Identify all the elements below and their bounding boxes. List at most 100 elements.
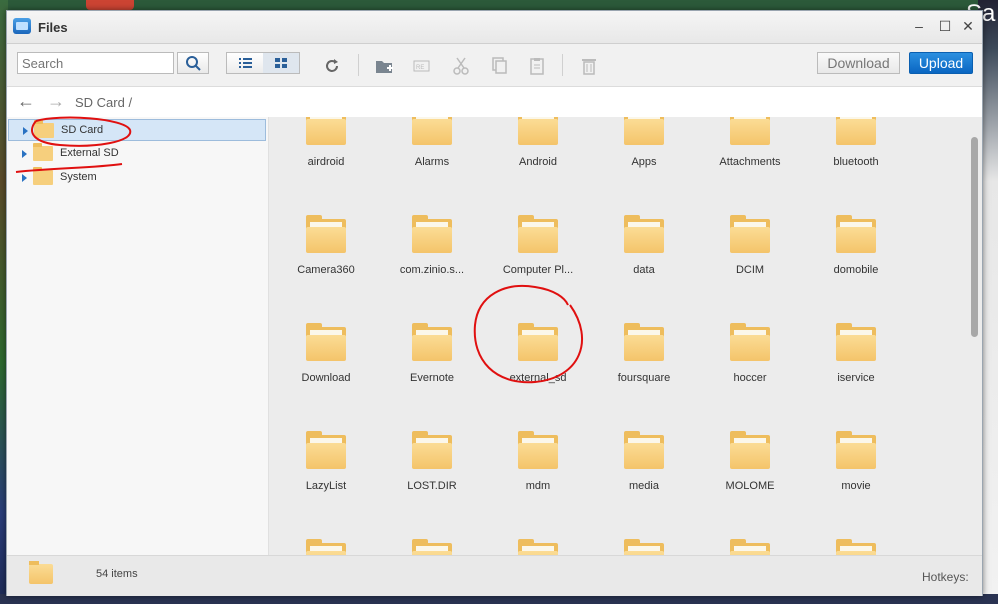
- file-item-label: iservice: [837, 372, 875, 384]
- expand-arrow-icon[interactable]: [22, 174, 27, 182]
- tree-item-system[interactable]: System: [8, 167, 266, 189]
- file-item-label: external_sd: [509, 372, 567, 384]
- path-bar: ← → SD Card /: [7, 87, 982, 118]
- file-item[interactable]: Android: [493, 117, 583, 169]
- folder-icon: [412, 117, 452, 145]
- file-item[interactable]: [281, 501, 371, 555]
- file-item[interactable]: Download: [281, 285, 371, 385]
- forward-arrow-icon[interactable]: →: [47, 91, 65, 112]
- toolbar-divider: [562, 54, 563, 76]
- file-item[interactable]: external_sd: [493, 285, 583, 385]
- window-title: Files: [38, 20, 68, 35]
- file-item[interactable]: MOLOME: [705, 393, 795, 493]
- back-arrow-icon[interactable]: ←: [17, 91, 35, 112]
- file-item[interactable]: Attachments: [705, 117, 795, 169]
- minimize-button[interactable]: –: [910, 17, 928, 35]
- file-item[interactable]: [493, 501, 583, 555]
- file-item[interactable]: Evernote: [387, 285, 477, 385]
- file-item-label: mdm: [525, 480, 551, 492]
- file-item[interactable]: [811, 501, 901, 555]
- file-item[interactable]: hoccer: [705, 285, 795, 385]
- tree-item-external-sd[interactable]: External SD: [8, 143, 266, 165]
- delete-icon[interactable]: [579, 56, 599, 76]
- file-item[interactable]: mdm: [493, 393, 583, 493]
- list-view-button[interactable]: [227, 53, 263, 73]
- folder-icon: [624, 215, 664, 253]
- expand-arrow-icon[interactable]: [22, 150, 27, 158]
- folder-icon: [518, 215, 558, 253]
- cut-icon[interactable]: [451, 56, 471, 76]
- paste-icon[interactable]: [527, 56, 547, 76]
- file-item-label: Android: [519, 156, 557, 168]
- folder-icon: [306, 539, 346, 555]
- file-item[interactable]: domobile: [811, 177, 901, 277]
- view-toggle-group: [226, 52, 300, 74]
- file-item[interactable]: Apps: [599, 117, 689, 169]
- file-item[interactable]: bluetooth: [811, 117, 901, 169]
- title-bar[interactable]: Files – ☐ ✕: [7, 11, 982, 44]
- copy-icon[interactable]: [489, 56, 509, 76]
- file-item[interactable]: LOST.DIR: [387, 393, 477, 493]
- file-item-label: foursquare: [617, 372, 671, 384]
- file-item[interactable]: Alarms: [387, 117, 477, 169]
- file-item[interactable]: iservice: [811, 285, 901, 385]
- file-item-label: Attachments: [719, 156, 781, 168]
- file-item[interactable]: DCIM: [705, 177, 795, 277]
- desktop-app-icon[interactable]: [86, 0, 134, 10]
- file-item[interactable]: media: [599, 393, 689, 493]
- file-item[interactable]: LazyList: [281, 393, 371, 493]
- folder-icon: [33, 167, 53, 185]
- scrollbar-thumb[interactable]: [971, 137, 978, 337]
- file-item-label: domobile: [833, 264, 879, 276]
- folder-icon: [836, 539, 876, 555]
- folder-icon: [518, 539, 558, 555]
- file-item[interactable]: data: [599, 177, 689, 277]
- file-item-label: data: [633, 264, 655, 276]
- hotkeys-link[interactable]: Hotkeys:: [922, 570, 969, 584]
- folder-icon: [306, 117, 346, 145]
- grid-view-icon: [275, 58, 287, 68]
- file-item-label: movie: [841, 480, 871, 492]
- list-view-icon: [239, 58, 252, 68]
- tree-item-sd-card[interactable]: SD Card: [8, 119, 266, 141]
- maximize-button[interactable]: ☐: [936, 17, 954, 35]
- search-button[interactable]: [177, 52, 209, 74]
- file-item[interactable]: [387, 501, 477, 555]
- file-item[interactable]: Camera360: [281, 177, 371, 277]
- breadcrumb-separator: /: [128, 95, 133, 110]
- folder-icon: [29, 561, 53, 584]
- file-item[interactable]: [599, 501, 689, 555]
- folder-icon: [412, 539, 452, 555]
- rename-icon[interactable]: RE: [412, 56, 432, 76]
- breadcrumb-item[interactable]: SD Card: [75, 95, 125, 110]
- download-button[interactable]: Download: [817, 52, 900, 74]
- file-item[interactable]: foursquare: [599, 285, 689, 385]
- file-item-label: media: [629, 480, 659, 492]
- expand-arrow-icon[interactable]: [23, 127, 28, 135]
- close-button[interactable]: ✕: [959, 17, 977, 35]
- file-item[interactable]: Computer Pl...: [493, 177, 583, 277]
- file-item[interactable]: movie: [811, 393, 901, 493]
- folder-icon: [33, 143, 53, 161]
- file-item[interactable]: [705, 501, 795, 555]
- folder-icon: [34, 120, 54, 138]
- folder-icon: [730, 431, 770, 469]
- scrollbar[interactable]: [965, 117, 982, 555]
- file-item[interactable]: com.zinio.s...: [387, 177, 477, 277]
- file-item-label: Download: [301, 372, 351, 384]
- refresh-icon[interactable]: [322, 56, 342, 76]
- file-item[interactable]: airdroid: [281, 117, 371, 169]
- folder-icon: [412, 323, 452, 361]
- folder-icon: [836, 431, 876, 469]
- search-icon: [186, 56, 201, 71]
- toolbar-divider: [358, 54, 359, 76]
- upload-button[interactable]: Upload: [909, 52, 973, 74]
- search-input[interactable]: [17, 52, 174, 74]
- breadcrumb: SD Card /: [75, 95, 132, 110]
- folder-icon: [730, 539, 770, 555]
- new-folder-icon[interactable]: [374, 56, 394, 76]
- file-item-label: Apps: [631, 156, 657, 168]
- grid-view-button[interactable]: [263, 53, 299, 73]
- file-item-label: Alarms: [414, 156, 450, 168]
- file-item-label: com.zinio.s...: [399, 264, 465, 276]
